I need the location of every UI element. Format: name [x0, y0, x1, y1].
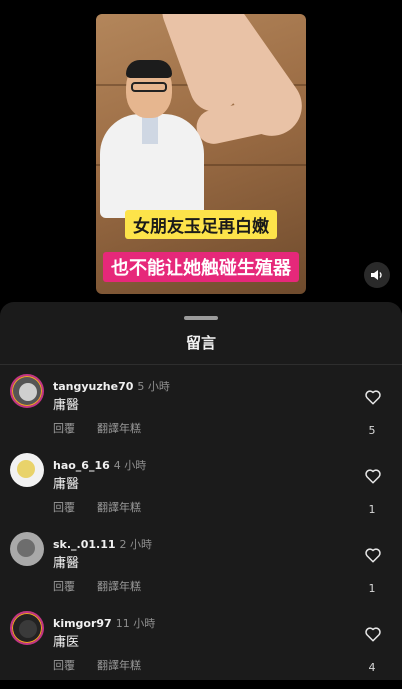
comment-username[interactable]: kimgor97: [53, 617, 112, 630]
like-count: 1: [368, 503, 376, 516]
heart-icon[interactable]: [364, 388, 382, 406]
comment-text: 庸醫: [53, 398, 80, 413]
reply-button[interactable]: 回覆: [53, 501, 75, 514]
comment-text: 庸醫: [53, 477, 80, 492]
reply-button[interactable]: 回覆: [53, 422, 75, 435]
like-count: 1: [368, 582, 376, 595]
reply-button[interactable]: 回覆: [53, 580, 75, 593]
comment-item: sk._.01.11 2 小時 庸醫 回覆 翻譯年糕 1: [0, 532, 402, 610]
comment-time: 11 小時: [115, 617, 156, 630]
translate-button[interactable]: 翻譯年糕: [97, 580, 141, 593]
sheet-title: 留言: [185, 334, 216, 352]
comment-time: 2 小時: [119, 538, 153, 551]
translate-button[interactable]: 翻譯年糕: [97, 422, 141, 435]
reply-button[interactable]: 回覆: [53, 659, 75, 672]
volume-icon[interactable]: [364, 262, 390, 288]
comment-username[interactable]: sk._.01.11: [53, 538, 116, 551]
video-doctor-figure: [100, 60, 210, 222]
comment-text: 庸醫: [53, 556, 80, 571]
avatar[interactable]: [10, 611, 44, 645]
avatar[interactable]: [10, 532, 44, 566]
comment-time: 4 小時: [113, 459, 147, 472]
heart-icon[interactable]: [364, 467, 382, 485]
like-count: 5: [368, 424, 376, 437]
comment-username[interactable]: tangyuzhe70: [53, 380, 133, 393]
comments-sheet: 留言 tangyuzhe70 5 小時 庸醫 回覆 翻譯年糕 5 hao_6_16 4…: [0, 302, 402, 680]
comment-text: 庸医: [53, 635, 80, 650]
divider: [0, 364, 402, 365]
translate-button[interactable]: 翻譯年糕: [97, 659, 141, 672]
comment-item: hao_6_16 4 小時 庸醫 回覆 翻譯年糕 1: [0, 453, 402, 531]
video-caption-line1: 女朋友玉足再白嫩: [125, 210, 277, 239]
sheet-drag-handle[interactable]: [184, 316, 218, 320]
avatar[interactable]: [10, 374, 44, 408]
video-player[interactable]: 女朋友玉足再白嫩 也不能让她触碰生殖器: [96, 14, 306, 294]
translate-button[interactable]: 翻譯年糕: [97, 501, 141, 514]
heart-icon[interactable]: [364, 546, 382, 564]
heart-icon[interactable]: [364, 625, 382, 643]
video-caption-line2: 也不能让她触碰生殖器: [103, 252, 299, 282]
like-count: 4: [368, 661, 376, 674]
comment-username[interactable]: hao_6_16: [53, 459, 110, 472]
avatar[interactable]: [10, 453, 44, 487]
comment-item: kimgor97 11 小時 庸医 回覆 翻譯年糕 4: [0, 611, 402, 689]
comment-item: tangyuzhe70 5 小時 庸醫 回覆 翻譯年糕 5: [0, 374, 402, 452]
comment-time: 5 小時: [137, 380, 170, 393]
